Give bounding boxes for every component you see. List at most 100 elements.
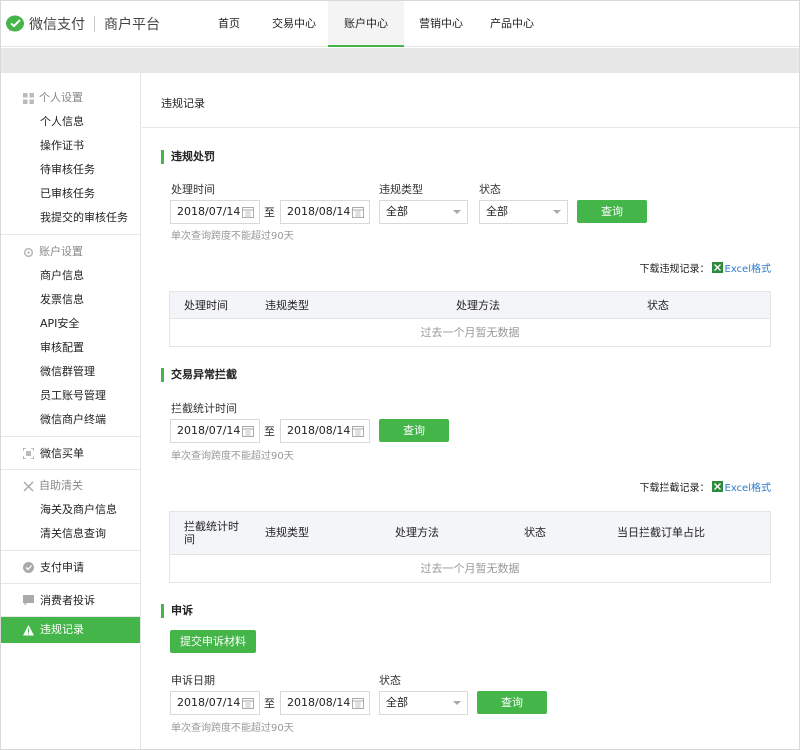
sidebar-item-violation-records[interactable]: 违规记录 [1, 617, 140, 643]
query-hint: 单次查询跨度不能超过90天 [171, 231, 294, 242]
calendar-icon[interactable] [352, 206, 364, 218]
sidebar-item-consumer-complaint[interactable]: 消费者投诉 [1, 584, 140, 617]
sidebar-item-my-submitted-tasks[interactable]: 我提交的审核任务 [1, 206, 140, 230]
intercept-table: 拦截统计时间 违规类型 处理方法 状态 当日拦截订单占比 过去一个月暂无数据 [169, 511, 771, 583]
sidebar-item-customs-query[interactable]: 清关信息查询 [1, 522, 140, 546]
column-header: 状态 [647, 299, 669, 312]
excel-download-link[interactable]: Excel格式 [725, 479, 772, 494]
download-intercept-records: 下载拦截记录： Excel格式 [640, 479, 772, 494]
date-range-separator: 至 [264, 697, 275, 710]
sidebar-group-personal: 个人设置 个人信息 操作证书 待审核任务 已审核任务 我提交的审核任务 [1, 73, 140, 235]
calendar-icon[interactable] [242, 697, 254, 709]
penalty-status-select[interactable]: 全部 [479, 200, 568, 224]
label-process-time: 处理时间 [171, 183, 215, 196]
brand-subtitle: 商户平台 [104, 17, 160, 33]
tools-icon [23, 480, 34, 492]
label-status: 状态 [479, 183, 501, 196]
sidebar-item-wechat-bill[interactable]: 微信买单 [1, 437, 140, 470]
sidebar-group-customs: 自助清关 海关及商户信息 清关信息查询 [1, 470, 140, 551]
column-header: 拦截统计时间 [184, 520, 239, 546]
brand-logo[interactable]: 微信支付 商户平台 [5, 13, 160, 35]
column-header: 当日拦截订单占比 [617, 526, 705, 539]
label-appeal-date: 申诉日期 [171, 674, 215, 687]
calendar-icon[interactable] [352, 697, 364, 709]
sidebar-item-reviewed-tasks[interactable]: 已审核任务 [1, 182, 140, 206]
check-circle-icon [23, 561, 34, 573]
violation-type-select[interactable]: 全部 [379, 200, 468, 224]
calendar-icon[interactable] [242, 206, 254, 218]
gear-icon [23, 247, 34, 257]
table-empty-message: 过去一个月暂无数据 [420, 326, 520, 339]
submit-appeal-button[interactable]: 提交申诉材料 [170, 630, 256, 653]
sidebar-group-account: 账户设置 商户信息 发票信息 API安全 审核配置 微信群管理 员工账号管理 微… [1, 235, 140, 437]
download-violation-records: 下载违规记录： Excel格式 [640, 260, 772, 275]
penalty-query-button[interactable]: 查询 [577, 200, 647, 223]
sidebar-item-certificate[interactable]: 操作证书 [1, 134, 140, 158]
penalty-end-date-input[interactable]: 2018/08/14 [280, 200, 370, 224]
excel-download-link[interactable]: Excel格式 [725, 260, 772, 275]
section-title-intercept: 交易异常拦截 [161, 368, 237, 382]
column-header: 处理时间 [184, 299, 228, 312]
brand-name: 微信支付 [29, 17, 85, 33]
table-header: 处理时间 违规类型 处理方法 状态 [170, 292, 770, 319]
grid-icon [23, 92, 34, 104]
penalty-start-date-input[interactable]: 2018/07/14 [170, 200, 260, 224]
main-nav: 首页 交易中心 账户中心 营销中心 产品中心 [198, 1, 546, 47]
table-header: 拦截统计时间 违规类型 处理方法 状态 当日拦截订单占比 [170, 512, 770, 555]
label-violation-type: 违规类型 [379, 183, 423, 196]
query-hint: 单次查询跨度不能超过90天 [171, 451, 294, 462]
sidebar-item-personal-info[interactable]: 个人信息 [1, 110, 140, 134]
chevron-down-icon [453, 701, 461, 705]
intercept-start-date-input[interactable]: 2018/07/14 [170, 419, 260, 443]
appeal-end-date-input[interactable]: 2018/08/14 [280, 691, 370, 715]
intercept-query-button[interactable]: 查询 [379, 419, 449, 442]
sidebar-item-pay-apply[interactable]: 支付申请 [1, 551, 140, 584]
sidebar-item-merchant-info[interactable]: 商户信息 [1, 264, 140, 288]
sidebar-group-title: 账户设置 [1, 240, 140, 264]
sidebar-group-title: 自助清关 [1, 474, 140, 498]
sidebar: 个人设置 个人信息 操作证书 待审核任务 已审核任务 我提交的审核任务 账户设置… [1, 73, 141, 749]
sidebar-item-pending-tasks[interactable]: 待审核任务 [1, 158, 140, 182]
calendar-icon[interactable] [242, 425, 254, 437]
calendar-icon[interactable] [352, 425, 364, 437]
column-header: 违规类型 [265, 299, 309, 312]
warning-icon [23, 624, 34, 635]
appeal-start-date-input[interactable]: 2018/07/14 [170, 691, 260, 715]
nav-home[interactable]: 首页 [198, 1, 260, 47]
label-intercept-time: 拦截统计时间 [171, 402, 237, 415]
column-header: 状态 [524, 526, 546, 539]
wechat-pay-logo-icon [6, 15, 24, 32]
title-divider [142, 127, 799, 128]
date-range-separator: 至 [264, 206, 275, 219]
date-range-separator: 至 [264, 425, 275, 438]
scan-icon [23, 447, 34, 459]
top-header: 微信支付 商户平台 首页 交易中心 账户中心 营销中心 产品中心 [1, 1, 799, 47]
appeal-query-button[interactable]: 查询 [477, 691, 547, 714]
label-appeal-status: 状态 [379, 674, 401, 687]
nav-marketing-center[interactable]: 营销中心 [404, 1, 478, 47]
section-title-penalty: 违规处罚 [161, 150, 215, 164]
nav-account-center[interactable]: 账户中心 [328, 1, 404, 47]
sidebar-item-api-security[interactable]: API安全 [1, 312, 140, 336]
sidebar-item-wechat-group[interactable]: 微信群管理 [1, 360, 140, 384]
column-header: 处理方法 [395, 526, 439, 539]
sidebar-item-staff-accounts[interactable]: 员工账号管理 [1, 384, 140, 408]
penalty-table: 处理时间 违规类型 处理方法 状态 过去一个月暂无数据 [169, 291, 771, 347]
section-title-appeal: 申诉 [161, 604, 193, 618]
column-header: 违规类型 [265, 526, 309, 539]
sidebar-item-invoice-info[interactable]: 发票信息 [1, 288, 140, 312]
sidebar-item-merchant-terminal[interactable]: 微信商户终端 [1, 408, 140, 432]
table-empty-message: 过去一个月暂无数据 [420, 562, 520, 575]
nav-trade-center[interactable]: 交易中心 [260, 1, 328, 47]
page: 微信支付 商户平台 首页 交易中心 账户中心 营销中心 产品中心 个人设置 个人… [0, 0, 800, 750]
sidebar-item-customs-merchant-info[interactable]: 海关及商户信息 [1, 498, 140, 522]
main-content: 违规记录 违规处罚 处理时间 违规类型 状态 2018/07/14 至 2018… [142, 73, 799, 749]
chat-bubble-icon [23, 594, 34, 605]
nav-product-center[interactable]: 产品中心 [478, 1, 546, 47]
intercept-end-date-input[interactable]: 2018/08/14 [280, 419, 370, 443]
header-band [1, 48, 799, 73]
query-hint: 单次查询跨度不能超过90天 [171, 723, 294, 734]
chevron-down-icon [453, 210, 461, 214]
appeal-status-select[interactable]: 全部 [379, 691, 468, 715]
sidebar-item-review-config[interactable]: 审核配置 [1, 336, 140, 360]
